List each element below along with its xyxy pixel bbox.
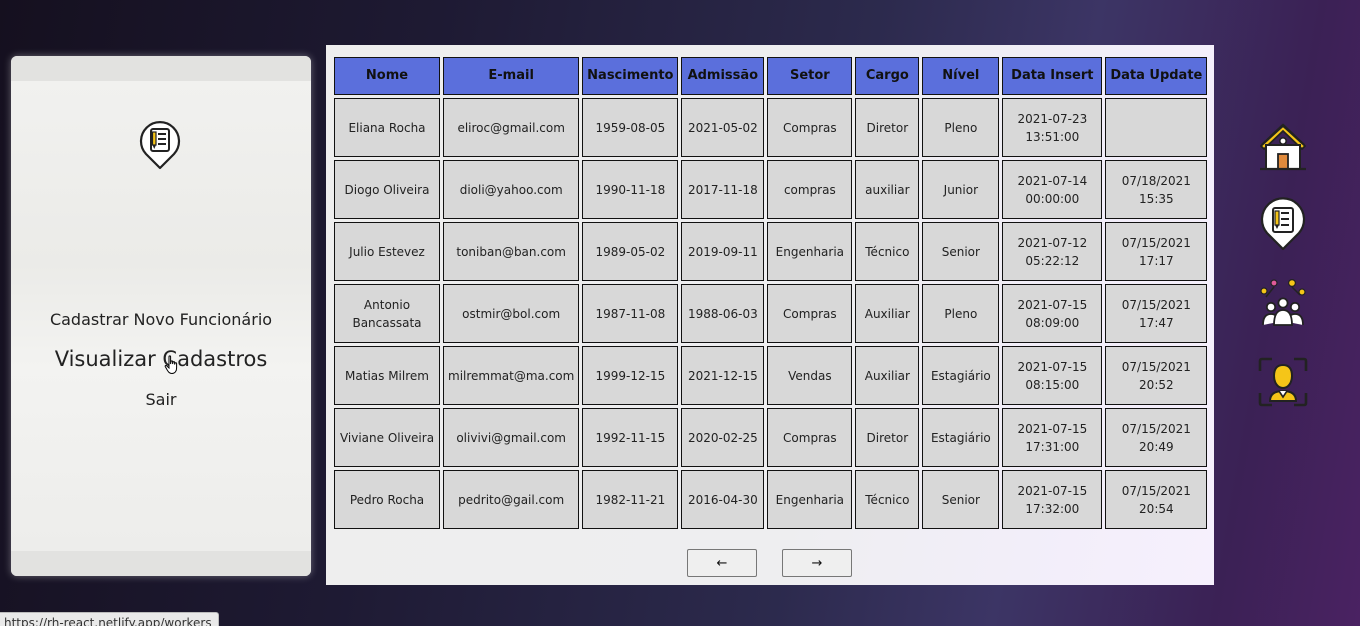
cell-email: eliroc@gmail.com <box>443 98 580 157</box>
cell-level: Senior <box>922 222 1000 281</box>
cell-insert-date: 2021-07-15 17:32:00 <box>1002 470 1103 529</box>
cell-admission: 1988-06-03 <box>681 284 765 343</box>
table-row: Antonio Bancassata ostmir@bol.com 1987-11-… <box>334 284 1208 343</box>
cell-role: auxiliar <box>855 160 920 219</box>
column-header-admission: Admissão <box>681 57 765 95</box>
profile-icon[interactable] <box>1256 355 1310 409</box>
cell-email: toniban@ban.com <box>443 222 580 281</box>
cell-admission: 2020-02-25 <box>681 408 765 467</box>
previous-page-button[interactable]: ← <box>687 549 757 577</box>
cell-admission: 2019-09-11 <box>681 222 765 281</box>
table-row: Matias Milrem milremmat@ma.com 1999-12-15 2… <box>334 346 1208 405</box>
cell-sector: Compras <box>767 284 853 343</box>
menu-exit-link[interactable]: Sair <box>11 390 311 409</box>
cell-sector: Engenharia <box>767 222 853 281</box>
cell-update-date <box>1105 98 1208 157</box>
column-header-birth: Nascimento <box>582 57 679 95</box>
column-header-email: E-mail <box>443 57 580 95</box>
cell-sector: compras <box>767 160 853 219</box>
table-row: Julio Estevez toniban@ban.com 1989-05-02 20… <box>334 222 1208 281</box>
cell-update-date: 07/15/2021 20:52 <box>1105 346 1208 405</box>
home-icon[interactable] <box>1256 121 1310 175</box>
cell-level: Estagiário <box>922 346 1000 405</box>
cell-birth: 1990-11-18 <box>582 160 679 219</box>
cell-insert-date: 2021-07-14 00:00:00 <box>1002 160 1103 219</box>
column-header-name: Nome <box>334 57 440 95</box>
cell-admission: 2017-11-18 <box>681 160 765 219</box>
cell-name: Antonio Bancassata <box>334 284 440 343</box>
cell-sector: Engenharia <box>767 470 853 529</box>
table-header-row: Nome E-mail Nascimento Admissão Setor Ca… <box>334 57 1208 95</box>
cell-role: Auxiliar <box>855 284 920 343</box>
cell-level: Senior <box>922 470 1000 529</box>
cell-email: ostmir@bol.com <box>443 284 580 343</box>
cell-insert-date: 2021-07-23 13:51:00 <box>1002 98 1103 157</box>
cell-name: Viviane Oliveira <box>334 408 440 467</box>
menu-view-records-link[interactable]: Visualizar Cadastros <box>11 347 311 371</box>
cell-admission: 2016-04-30 <box>681 470 765 529</box>
cell-insert-date: 2021-07-15 17:31:00 <box>1002 408 1103 467</box>
cell-sector: Compras <box>767 408 853 467</box>
cell-name: Julio Estevez <box>334 222 440 281</box>
cell-role: Diretor <box>855 98 920 157</box>
register-logo-icon <box>139 121 181 170</box>
table-row: Pedro Rocha pedrito@gail.com 1982-11-21 201… <box>334 470 1208 529</box>
cell-update-date: 07/15/2021 20:49 <box>1105 408 1208 467</box>
cell-name: Pedro Rocha <box>334 470 440 529</box>
column-header-level: Nível <box>922 57 1000 95</box>
cell-insert-date: 2021-07-15 08:09:00 <box>1002 284 1103 343</box>
column-header-insert-date: Data Insert <box>1002 57 1103 95</box>
workers-table: Nome E-mail Nascimento Admissão Setor Ca… <box>331 54 1210 532</box>
cell-name: Diogo Oliveira <box>334 160 440 219</box>
cell-birth: 1959-08-05 <box>582 98 679 157</box>
cell-update-date: 07/18/2021 15:35 <box>1105 160 1208 219</box>
side-menu-card: Cadastrar Novo Funcionário Visualizar Ca… <box>11 56 311 576</box>
cell-insert-date: 2021-07-12 05:22:12 <box>1002 222 1103 281</box>
cell-level: Pleno <box>922 284 1000 343</box>
register-icon[interactable] <box>1256 197 1310 251</box>
column-header-update-date: Data Update <box>1105 57 1208 95</box>
cell-update-date: 07/15/2021 20:54 <box>1105 470 1208 529</box>
next-page-button[interactable]: → <box>782 549 852 577</box>
menu-new-employee-link[interactable]: Cadastrar Novo Funcionário <box>11 310 311 329</box>
cell-level: Pleno <box>922 98 1000 157</box>
column-header-role: Cargo <box>855 57 920 95</box>
cell-level: Estagiário <box>922 408 1000 467</box>
table-row: Viviane Oliveira olivivi@gmail.com 1992-11… <box>334 408 1208 467</box>
cell-update-date: 07/15/2021 17:47 <box>1105 284 1208 343</box>
cell-email: pedrito@gail.com <box>443 470 580 529</box>
cell-admission: 2021-05-02 <box>681 98 765 157</box>
cell-update-date: 07/15/2021 17:17 <box>1105 222 1208 281</box>
cell-birth: 1982-11-21 <box>582 470 679 529</box>
cell-name: Matias Milrem <box>334 346 440 405</box>
cell-email: dioli@yahoo.com <box>443 160 580 219</box>
cell-role: Técnico <box>855 222 920 281</box>
cell-name: Eliana Rocha <box>334 98 440 157</box>
cell-admission: 2021-12-15 <box>681 346 765 405</box>
workers-panel: Nome E-mail Nascimento Admissão Setor Ca… <box>326 45 1214 585</box>
hand-cursor-icon <box>164 355 178 375</box>
cell-birth: 1999-12-15 <box>582 346 679 405</box>
status-bar-url: https://rh-react.netlify.app/workers <box>0 612 219 626</box>
cell-email: olivivi@gmail.com <box>443 408 580 467</box>
table-row: Eliana Rocha eliroc@gmail.com 1959-08-05 20… <box>334 98 1208 157</box>
cell-level: Junior <box>922 160 1000 219</box>
cell-role: Técnico <box>855 470 920 529</box>
cell-insert-date: 2021-07-15 08:15:00 <box>1002 346 1103 405</box>
cell-birth: 1992-11-15 <box>582 408 679 467</box>
table-row: Diogo Oliveira dioli@yahoo.com 1990-11-18 2… <box>334 160 1208 219</box>
team-icon[interactable] <box>1256 277 1310 331</box>
cell-sector: Compras <box>767 98 853 157</box>
cell-sector: Vendas <box>767 346 853 405</box>
cell-birth: 1987-11-08 <box>582 284 679 343</box>
cell-role: Auxiliar <box>855 346 920 405</box>
cell-email: milremmat@ma.com <box>443 346 580 405</box>
cell-role: Diretor <box>855 408 920 467</box>
cell-birth: 1989-05-02 <box>582 222 679 281</box>
column-header-sector: Setor <box>767 57 853 95</box>
